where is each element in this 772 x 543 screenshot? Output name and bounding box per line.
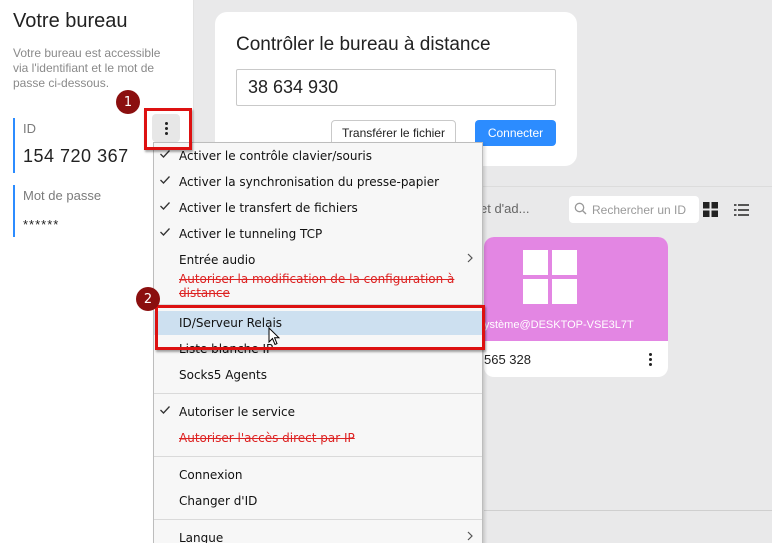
- check-icon: [159, 200, 171, 215]
- check-icon: [159, 174, 171, 189]
- grid-view-icon[interactable]: [703, 202, 718, 222]
- list-view-icon[interactable]: [734, 203, 749, 221]
- menu-separator: [154, 456, 482, 457]
- peers-divider: [480, 186, 772, 187]
- menu-item-file-transfer[interactable]: Activer le transfert de fichiers: [154, 196, 482, 220]
- sidebar-title: Votre bureau: [13, 10, 128, 32]
- annotation-badge-1: 1: [116, 90, 140, 114]
- menu-item-socks5[interactable]: Socks5 Agents: [154, 363, 482, 387]
- mouse-cursor-icon: [268, 326, 281, 351]
- chevron-right-icon: [466, 252, 474, 267]
- peer-more-icon[interactable]: [649, 353, 652, 366]
- search-placeholder: Rechercher un ID: [592, 202, 687, 217]
- menu-item-keyboard-mouse[interactable]: Activer le contrôle clavier/souris: [154, 144, 482, 168]
- search-icon: [574, 202, 587, 218]
- menu-item-remote-config[interactable]: Autoriser la modification de la configur…: [154, 272, 482, 300]
- menu-item-audio-input[interactable]: Entrée audio: [154, 248, 482, 272]
- peer-thumbnail[interactable]: ystème@DESKTOP-VSE3L7T: [484, 237, 668, 341]
- peer-hostname: ystème@DESKTOP-VSE3L7T: [484, 319, 634, 331]
- annotation-badge-2: 2: [136, 287, 160, 311]
- menu-item-clipboard[interactable]: Activer la synchronisation du presse-pap…: [154, 170, 482, 194]
- sidebar-description: Votre bureau est accessible via l'identi…: [13, 46, 161, 90]
- remote-id-input[interactable]: 38 634 930: [236, 69, 556, 106]
- peers-tab[interactable]: et d'ad...: [480, 201, 529, 216]
- menu-item-login[interactable]: Connexion: [154, 463, 482, 487]
- menu-item-allow-service[interactable]: Autoriser le service: [154, 400, 482, 424]
- remote-control-title: Contrôler le bureau à distance: [236, 34, 491, 55]
- chevron-right-icon: [466, 530, 474, 543]
- search-input[interactable]: Rechercher un ID: [569, 196, 699, 223]
- check-icon: [159, 404, 171, 419]
- bottom-divider: [484, 510, 772, 511]
- check-icon: [159, 148, 171, 163]
- menu-separator: [154, 393, 482, 394]
- check-icon: [159, 226, 171, 241]
- menu-item-language[interactable]: Langue: [154, 526, 482, 543]
- menu-item-change-id[interactable]: Changer d'ID: [154, 489, 482, 513]
- peer-id: 565 328: [484, 352, 531, 367]
- menu-item-tcp-tunneling[interactable]: Activer le tunneling TCP: [154, 222, 482, 246]
- windows-logo-icon: [523, 250, 577, 309]
- connect-button[interactable]: Connecter: [475, 120, 556, 146]
- menu-separator: [154, 519, 482, 520]
- peer-card[interactable]: ystème@DESKTOP-VSE3L7T 565 328: [484, 237, 668, 377]
- annotation-box-1: [144, 108, 192, 150]
- annotation-box-2: [155, 305, 485, 350]
- menu-item-direct-ip[interactable]: Autoriser l'accès direct par IP: [154, 426, 482, 450]
